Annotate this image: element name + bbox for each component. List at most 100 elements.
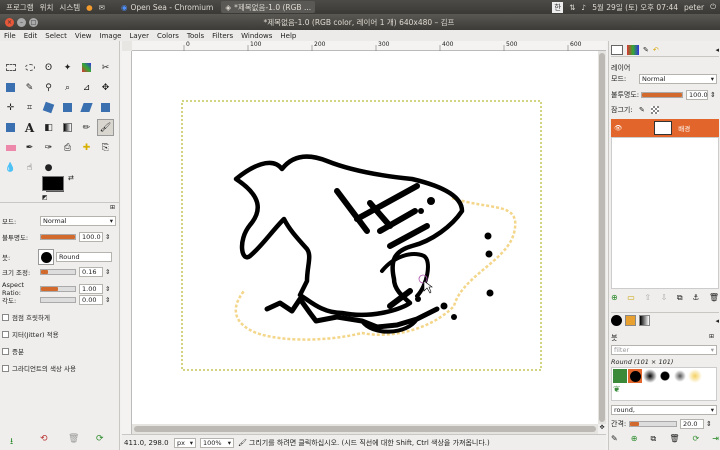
ime-indicator[interactable]: 한: [552, 1, 564, 13]
scissors-icon[interactable]: ✂: [97, 59, 114, 76]
raise-layer-icon[interactable]: ⇧: [644, 293, 651, 303]
menu-windows[interactable]: Windows: [237, 32, 276, 40]
menu-help[interactable]: Help: [276, 32, 300, 40]
duplicate-brush-icon[interactable]: ⧉: [651, 434, 657, 444]
incremental-checkbox[interactable]: 증분: [2, 346, 118, 356]
spin-icon[interactable]: ⇕: [105, 268, 110, 276]
minimize-window-icon[interactable]: –: [17, 17, 26, 27]
fade-out-checkbox[interactable]: 점점 흐릿하게: [2, 312, 118, 322]
unit-select[interactable]: px ▾: [174, 437, 196, 448]
delete-layer-icon[interactable]: 🗑: [709, 293, 719, 303]
layer-name[interactable]: 배경: [678, 123, 690, 133]
ellipse-select-icon[interactable]: [21, 59, 38, 76]
refresh-brushes-icon[interactable]: ⟳: [693, 434, 700, 444]
brush-preview[interactable]: [38, 249, 54, 265]
text-icon[interactable]: A: [21, 119, 38, 136]
mail-icon[interactable]: ✉: [99, 3, 105, 12]
layers-list[interactable]: [611, 137, 719, 289]
layer-opacity-slider[interactable]: [641, 92, 683, 98]
layer-row[interactable]: 👁 배경: [611, 119, 719, 137]
flip-icon[interactable]: [2, 119, 19, 136]
foreground-select-icon[interactable]: [2, 79, 19, 96]
duplicate-layer-icon[interactable]: ⧉: [677, 293, 683, 303]
spin-icon[interactable]: ⇕: [706, 420, 712, 428]
channels-tab-icon[interactable]: [627, 44, 639, 55]
edit-brush-icon[interactable]: ✎: [611, 434, 618, 444]
color-picker-icon[interactable]: ⚲: [40, 79, 57, 96]
foreground-color-swatch[interactable]: [42, 176, 64, 191]
clone-icon[interactable]: ⎙: [59, 139, 76, 156]
lock-alpha-icon[interactable]: [650, 106, 659, 114]
spin-icon[interactable]: ⇕: [710, 91, 716, 99]
tab-menu-icon[interactable]: ◂: [715, 46, 719, 54]
checkbox-box[interactable]: [2, 364, 9, 372]
brush-pepper-thumb[interactable]: [613, 369, 627, 383]
move-icon[interactable]: ✥: [97, 79, 114, 96]
quick-mask-corner[interactable]: [122, 41, 132, 51]
free-select-icon[interactable]: ʘ: [40, 59, 57, 76]
menu-image[interactable]: Image: [96, 32, 126, 40]
paintbrush-icon[interactable]: 🖌: [97, 119, 114, 136]
rect-select-icon[interactable]: [2, 59, 19, 76]
airbrush-icon[interactable]: ✒: [21, 139, 38, 156]
delete-options-icon[interactable]: 🗑: [68, 434, 79, 444]
menu-tools[interactable]: Tools: [183, 32, 208, 40]
scale-slider[interactable]: [40, 269, 76, 275]
brush-grid[interactable]: ❦: [611, 367, 717, 401]
navigate-icon[interactable]: ✥: [598, 424, 606, 434]
opacity-slider[interactable]: [40, 234, 76, 240]
menu-file[interactable]: File: [0, 32, 20, 40]
brush-sun-thumb[interactable]: [688, 369, 702, 383]
vertical-ruler[interactable]: [122, 51, 132, 434]
menu-programs[interactable]: 프로그램: [6, 2, 34, 13]
brush-sparks-thumb[interactable]: [673, 369, 687, 383]
save-options-icon[interactable]: ⭳: [10, 434, 13, 450]
blur-icon[interactable]: 💧: [2, 159, 19, 176]
reset-options-icon[interactable]: ⟳: [96, 434, 104, 444]
checkbox-box[interactable]: [2, 330, 9, 338]
angle-slider[interactable]: [40, 297, 76, 303]
zoom-icon[interactable]: ⌕: [59, 79, 76, 96]
checkbox-box[interactable]: [2, 347, 9, 355]
brushes-tab-icon[interactable]: [611, 315, 622, 326]
mode-select[interactable]: Normal ▾: [40, 216, 116, 226]
angle-input[interactable]: 0.00: [79, 295, 103, 305]
canvas-viewport[interactable]: [132, 51, 598, 424]
spin-icon[interactable]: ⇕: [105, 285, 110, 293]
spin-icon[interactable]: ⇕: [105, 233, 110, 241]
fuzzy-select-icon[interactable]: ✦: [59, 59, 76, 76]
brush-fuzzy-thumb[interactable]: [643, 369, 657, 383]
spin-icon[interactable]: ⇕: [105, 296, 110, 304]
brush-tag-input[interactable]: round, ▾: [611, 405, 717, 415]
brushes-config-icon[interactable]: ⊞: [709, 333, 714, 340]
zoom-select[interactable]: 100% ▾: [200, 437, 234, 448]
jitter-checkbox[interactable]: 지터(Jitter) 적용: [2, 329, 118, 339]
scale-icon[interactable]: [59, 99, 76, 116]
shear-icon[interactable]: [78, 99, 95, 116]
brush-filter-input[interactable]: filter ▾: [611, 345, 717, 355]
firefox-icon[interactable]: ●: [86, 3, 93, 12]
layers-tab-icon[interactable]: [611, 44, 623, 55]
task-gimp[interactable]: ◈ *제목없음-1.0 (RGB ...: [221, 1, 316, 13]
brush-hard-thumb[interactable]: [658, 369, 672, 383]
layer-opacity-input[interactable]: 100.0: [686, 90, 708, 100]
new-layer-group-icon[interactable]: ▭: [627, 293, 635, 303]
window-titlebar[interactable]: × – □ *제목없음-1.0 (RGB color, 레이어 1 개) 640…: [0, 14, 720, 30]
brush-round-thumb[interactable]: [628, 369, 642, 383]
menu-colors[interactable]: Colors: [153, 32, 183, 40]
align-icon[interactable]: ✛: [2, 99, 19, 116]
brush-name-input[interactable]: Round: [56, 252, 112, 262]
undo-history-tab-icon[interactable]: ↶: [653, 46, 659, 54]
pencil-icon[interactable]: ✏: [78, 119, 95, 136]
measure-icon[interactable]: ⊿: [78, 79, 95, 96]
tool-options-config-icon[interactable]: ⊞: [110, 204, 115, 211]
lock-pixels-icon[interactable]: ✎: [639, 106, 645, 114]
spacing-slider[interactable]: [629, 421, 677, 427]
menu-system[interactable]: 시스템: [59, 2, 80, 13]
layer-mode-select[interactable]: Normal ▾: [639, 74, 717, 84]
ink-icon[interactable]: ✑: [40, 139, 57, 156]
perspective-icon[interactable]: [97, 99, 114, 116]
patterns-tab-icon[interactable]: [625, 315, 636, 326]
volume-icon[interactable]: ♪: [581, 3, 586, 12]
aspect-ratio-slider[interactable]: [40, 286, 76, 292]
